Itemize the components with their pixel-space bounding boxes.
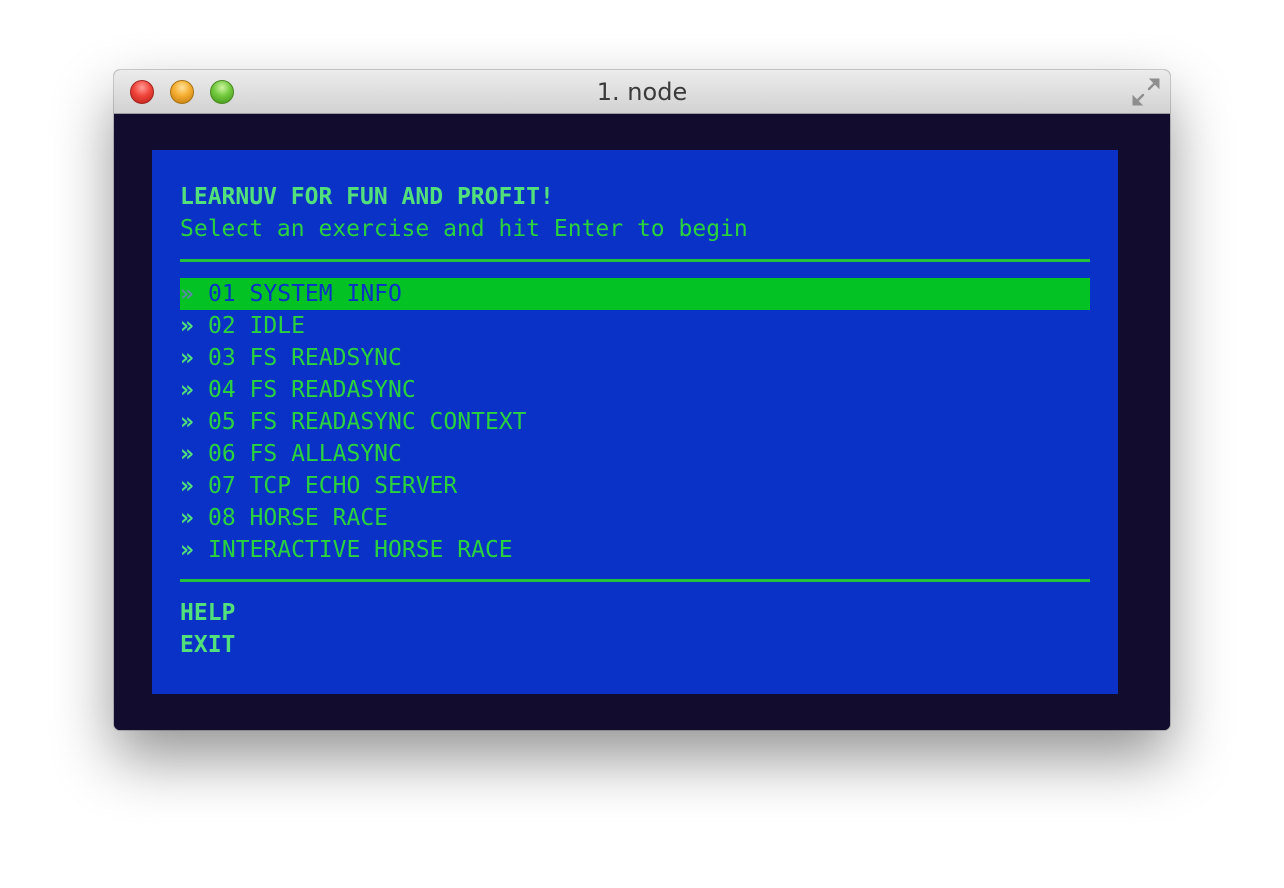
menu-item-label: INTERACTIVE HORSE RACE — [208, 537, 513, 563]
terminal-area: LEARNUV FOR FUN AND PROFIT! Select an ex… — [114, 114, 1170, 730]
app-subheading: Select an exercise and hit Enter to begi… — [180, 216, 748, 242]
menu-item-label: 06 FS ALLASYNC — [208, 441, 402, 467]
menu-panel: LEARNUV FOR FUN AND PROFIT! Select an ex… — [152, 150, 1118, 694]
menu-item-idle[interactable]: » 02 IDLE — [180, 310, 1090, 342]
menu-item-tcp-echo-server[interactable]: » 07 TCP ECHO SERVER — [180, 470, 1090, 502]
exercise-menu: » 01 SYSTEM INFO » 02 IDLE » 03 FS READSYNC… — [180, 278, 1090, 566]
menu-item-system-info[interactable]: » 01 SYSTEM INFO — [180, 278, 1090, 310]
bullet-icon: » — [180, 377, 194, 403]
help-option[interactable]: HELP — [180, 597, 235, 629]
top-divider — [180, 259, 1090, 262]
menu-item-interactive-horse-race[interactable]: » INTERACTIVE HORSE RACE — [180, 534, 1090, 566]
menu-item-label: 05 FS READASYNC CONTEXT — [208, 409, 527, 435]
bullet-icon: » — [180, 473, 194, 499]
menu-item-label: 08 HORSE RACE — [208, 505, 389, 531]
menu-item-label: 07 TCP ECHO SERVER — [208, 473, 458, 499]
menu-item-label: 03 FS READSYNC — [208, 345, 402, 371]
window-title: 1. node — [596, 78, 688, 106]
bullet-icon: » — [180, 409, 194, 435]
app-heading: LEARNUV FOR FUN AND PROFIT! — [180, 184, 554, 210]
menu-item-label: 04 FS READASYNC — [208, 377, 416, 403]
menu-item-fs-readasync[interactable]: » 04 FS READASYNC — [180, 374, 1090, 406]
bullet-icon: » — [180, 537, 194, 563]
bullet-icon: » — [180, 441, 194, 467]
menu-item-fs-readsync[interactable]: » 03 FS READSYNC — [180, 342, 1090, 374]
menu-item-label: 02 IDLE — [208, 313, 305, 339]
fullscreen-icon[interactable] — [1130, 76, 1162, 108]
bullet-icon: » — [180, 281, 194, 307]
menu-item-horse-race[interactable]: » 08 HORSE RACE — [180, 502, 1090, 534]
menu-item-fs-allasync[interactable]: » 06 FS ALLASYNC — [180, 438, 1090, 470]
bullet-icon: » — [180, 505, 194, 531]
bullet-icon: » — [180, 345, 194, 371]
title-bar[interactable]: 1. node — [114, 70, 1170, 114]
bullet-icon: » — [180, 313, 194, 339]
menu-item-fs-readasync-context[interactable]: » 05 FS READASYNC CONTEXT — [180, 406, 1090, 438]
menu-item-label: 01 SYSTEM INFO — [208, 281, 402, 307]
bottom-divider — [180, 579, 1090, 582]
exit-option[interactable]: EXIT — [180, 629, 235, 661]
terminal-window: 1. node LEARNUV FOR FUN AND PROFIT! Sele… — [114, 70, 1170, 730]
